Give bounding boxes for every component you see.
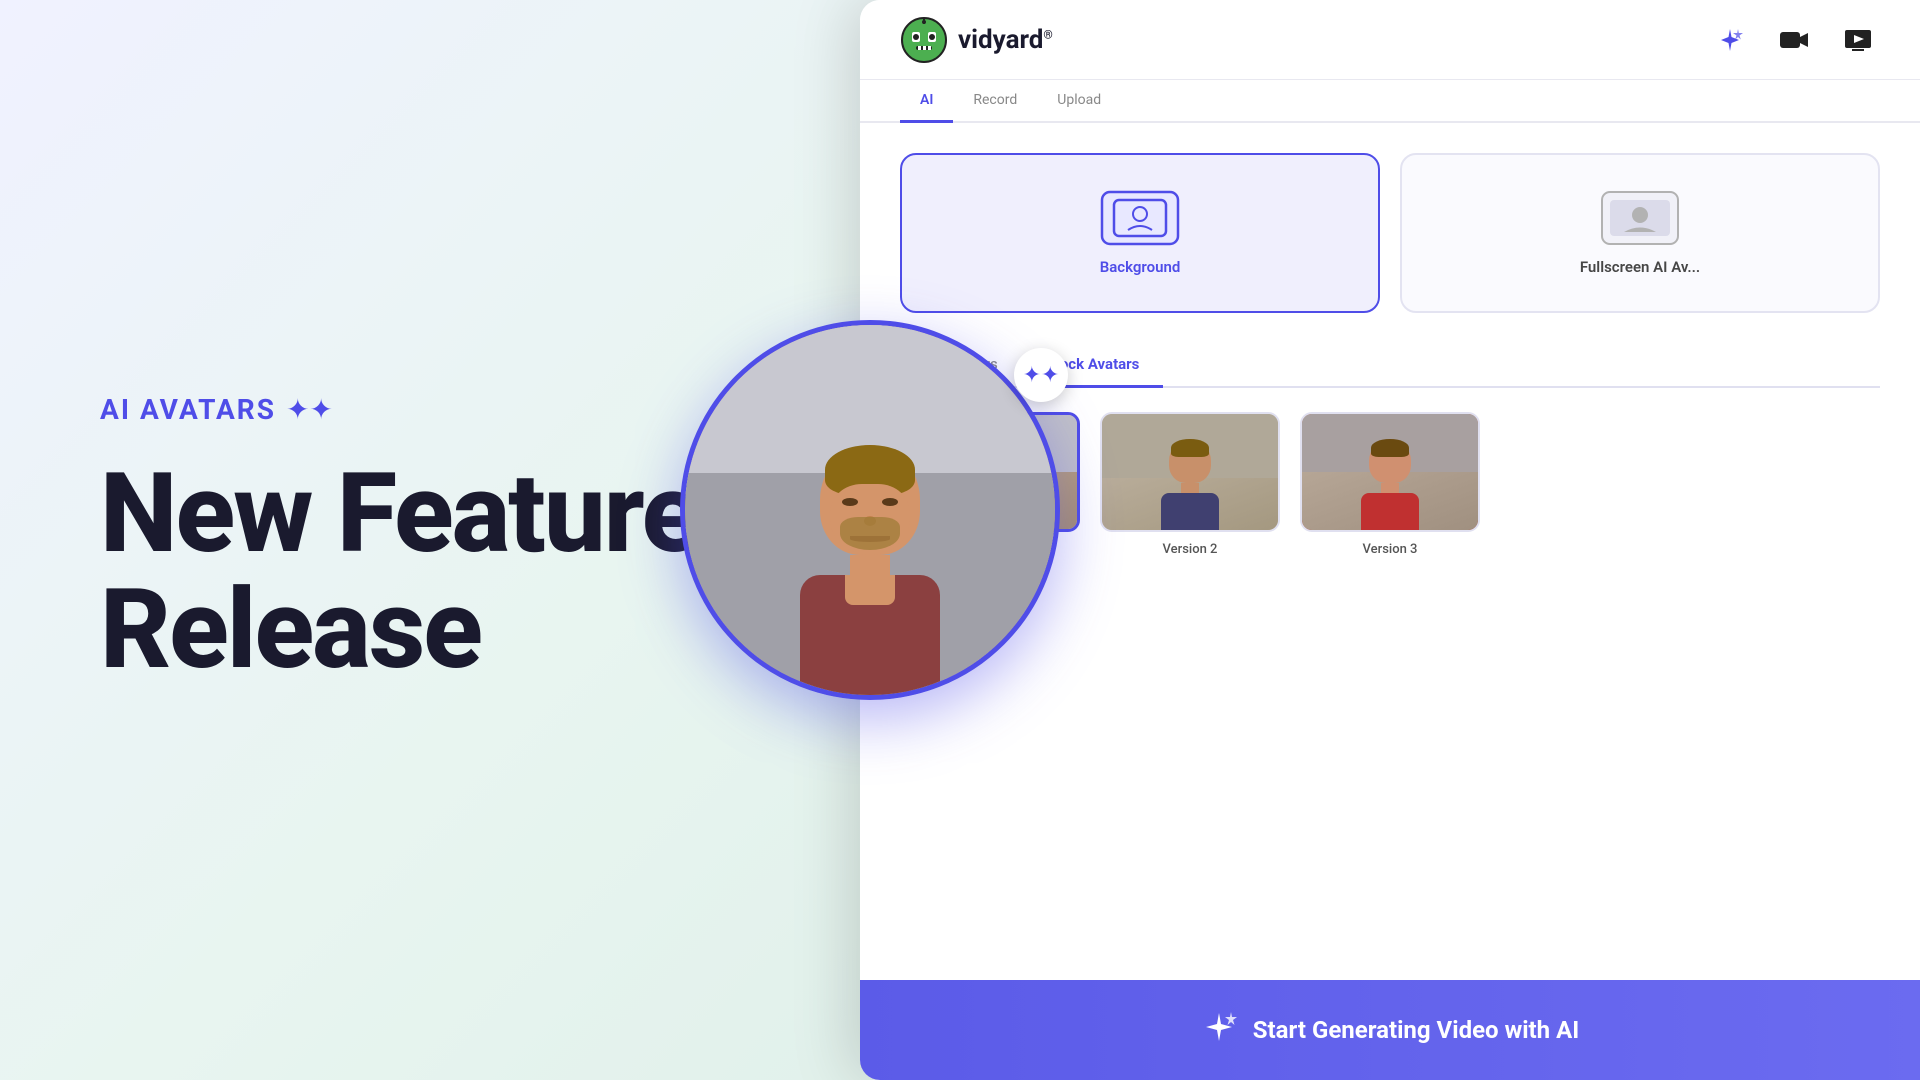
layout-card-fullscreen[interactable]: Fullscreen AI Av... <box>1400 153 1880 313</box>
fullscreen-layout-icon <box>1600 190 1680 246</box>
camera-nav-button[interactable] <box>1772 18 1816 62</box>
ai-avatars-text: AI AVATARS <box>100 393 276 426</box>
avatar-face <box>685 325 1055 695</box>
generate-sparkle-icon <box>1201 1009 1237 1052</box>
avatar-thumb-3 <box>1300 412 1480 532</box>
background-card-label: Background <box>1100 258 1181 276</box>
avatar-body <box>800 575 940 695</box>
logo-text: vidyard® <box>958 25 1053 55</box>
tab-ai[interactable]: AI <box>900 80 953 123</box>
avatar-thumb-2 <box>1100 412 1280 532</box>
navbar: vidyard® <box>860 0 1920 80</box>
headline-text: New Feature Release <box>100 456 770 687</box>
avatar-head <box>820 445 920 555</box>
generate-video-button[interactable]: Start Generating Video with AI <box>860 980 1920 1080</box>
navbar-icons <box>1708 18 1880 62</box>
play-nav-button[interactable] <box>1836 18 1880 62</box>
generate-button-text: Start Generating Video with AI <box>1253 1016 1579 1044</box>
avatar-3-label: Version 3 <box>1363 542 1418 557</box>
sparkle-generate-icon <box>1201 1009 1237 1045</box>
avatar-sparkle-badge: ✦✦ <box>1014 348 1068 402</box>
floating-avatar-preview <box>680 320 1060 700</box>
layout-card-background[interactable]: Background <box>900 153 1380 313</box>
fullscreen-card-label: Fullscreen AI Av... <box>1580 258 1700 276</box>
avatar-2-label: Version 2 <box>1163 542 1218 557</box>
avatar-item-3[interactable]: Version 3 <box>1300 412 1480 557</box>
avatar-item-2[interactable]: Version 2 <box>1100 412 1280 557</box>
sparkles-decoration-icon: ✦✦ <box>286 393 333 426</box>
vidyard-logo-icon <box>900 16 948 64</box>
ai-avatars-label: AI AVATARS ✦✦ <box>100 393 770 426</box>
avatar-neck <box>850 555 890 575</box>
avatar-beard <box>840 517 900 550</box>
layout-cards-row: Background Fullscreen AI Av... <box>900 153 1880 313</box>
sparkle-nav-icon <box>1716 26 1744 54</box>
play-nav-icon <box>1844 29 1872 51</box>
tab-upload[interactable]: Upload <box>1037 80 1121 123</box>
background-layout-icon <box>1100 190 1180 246</box>
logo-area: vidyard® <box>900 16 1053 64</box>
tab-record[interactable]: Record <box>953 80 1037 123</box>
nav-tab-bar: AI Record Upload <box>860 80 1920 123</box>
camera-nav-icon <box>1779 29 1809 51</box>
ai-generate-nav-button[interactable] <box>1708 18 1752 62</box>
